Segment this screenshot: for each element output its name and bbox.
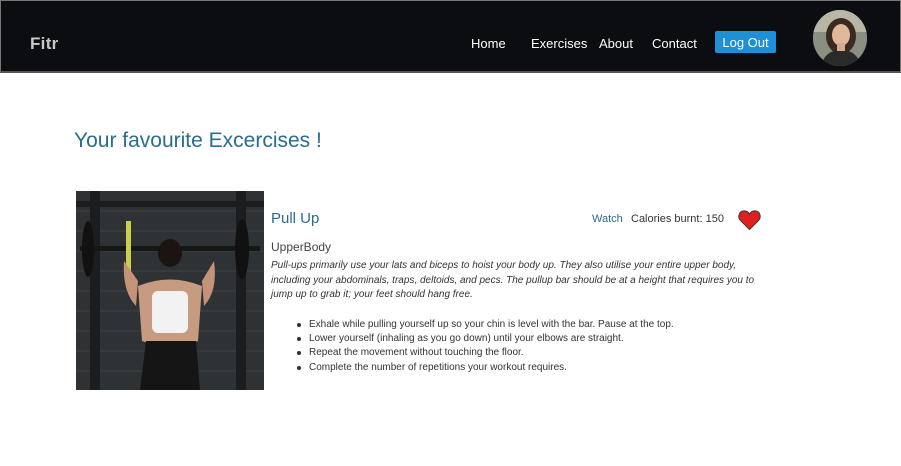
exercise-category: UpperBody	[271, 240, 332, 254]
list-item: Repeat the movement without touching the…	[297, 346, 769, 360]
exercise-steps: Exhale while pulling yourself up so your…	[297, 318, 769, 375]
exercise-description: Pull-ups primarily use your lats and bic…	[271, 260, 755, 301]
exercise-image	[76, 191, 264, 390]
brand-logo[interactable]: Fitr	[30, 34, 59, 54]
page-title: Your favourite Excercises !	[74, 129, 322, 152]
exercise-title: Pull Up	[271, 210, 320, 227]
watch-link[interactable]: Watch	[592, 213, 623, 225]
nav-link-exercises[interactable]: Exercises	[531, 36, 587, 51]
favourite-heart-icon[interactable]	[738, 209, 761, 231]
nav-link-contact[interactable]: Contact	[652, 36, 697, 51]
user-avatar-icon	[813, 10, 867, 66]
calories-text: Calories burnt: 150	[631, 213, 724, 225]
nav-link-about[interactable]: About	[599, 36, 633, 51]
list-item: Exhale while pulling yourself up so your…	[297, 318, 769, 332]
list-item: Complete the number of repetitions your …	[297, 361, 769, 375]
navbar: Fitr Home Exercises About Contact Log Ou…	[0, 0, 901, 73]
list-item: Lower yourself (inhaling as you go down)…	[297, 332, 769, 346]
nav-link-home[interactable]: Home	[471, 36, 506, 51]
avatar[interactable]	[813, 10, 867, 66]
logout-button[interactable]: Log Out	[715, 31, 776, 53]
